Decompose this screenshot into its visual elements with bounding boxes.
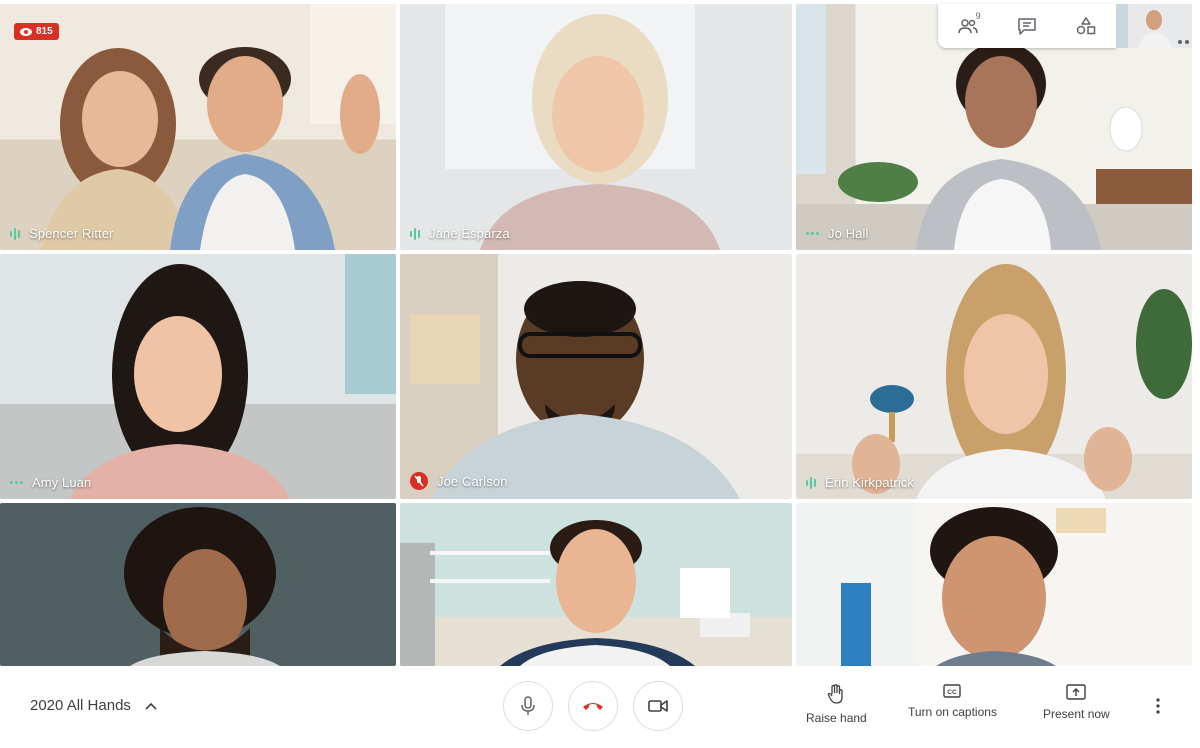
present-now-label: Present now [1043, 707, 1110, 721]
hand-icon [828, 684, 844, 704]
video-grid: 815 Spencer Ritter Jane Esparza Jo Hall … [0, 0, 1200, 666]
participant-video [400, 520, 750, 666]
top-controls-panel: 9 [938, 4, 1116, 48]
participant-name: Erin Kirkpatrick [825, 475, 915, 490]
participant-video [445, 4, 720, 250]
video-camera-icon [648, 700, 668, 712]
participant-video [124, 507, 280, 666]
self-view-thumbnail[interactable] [1116, 4, 1192, 48]
participant-tile[interactable]: Erin Kirkpatrick [796, 254, 1192, 499]
participant-name: Joe Carlson [437, 473, 508, 489]
participant-nameplate: Joe Carlson [410, 472, 507, 490]
chat-icon [1018, 18, 1036, 35]
audio-dots-icon [806, 232, 819, 235]
participant-video [0, 254, 396, 499]
raise-hand-label: Raise hand [806, 711, 867, 725]
leave-call-button[interactable] [568, 681, 618, 731]
participant-tile[interactable]: Jane Esparza [400, 4, 792, 250]
speaking-indicator-icon [806, 476, 816, 490]
self-view-video [1116, 4, 1192, 48]
audio-dots-icon [10, 481, 23, 484]
participant-tile[interactable] [0, 503, 396, 666]
camera-button[interactable] [633, 681, 683, 731]
more-vert-icon [1156, 698, 1160, 714]
participant-tile[interactable]: Joe Carlson [400, 254, 792, 499]
speaking-indicator-icon [410, 227, 420, 241]
live-viewers-count: 815 [36, 26, 53, 37]
captions-button[interactable]: CC Turn on captions [908, 684, 997, 719]
participant-nameplate: Erin Kirkpatrick [806, 475, 914, 490]
bottom-control-bar: 2020 All Hands Raise hand CC Turn on cap… [0, 666, 1200, 748]
participant-nameplate: Amy Luan [10, 475, 91, 490]
closed-captions-icon: CC [943, 684, 962, 698]
meeting-title: 2020 All Hands [30, 697, 131, 714]
participant-tile[interactable]: Amy Luan [0, 254, 396, 499]
chevron-up-icon [145, 702, 157, 710]
participant-tile[interactable]: 815 Spencer Ritter [0, 4, 396, 250]
activities-button[interactable] [1072, 12, 1100, 40]
people-button[interactable]: 9 [954, 11, 982, 40]
speaking-indicator-icon [10, 227, 20, 241]
participant-tile[interactable] [796, 503, 1192, 666]
microphone-button[interactable] [503, 681, 553, 731]
participant-nameplate: Jane Esparza [410, 226, 510, 241]
participant-video [841, 507, 1106, 666]
participant-name: Spencer Ritter [29, 226, 114, 241]
participant-name: Jo Hall [828, 226, 869, 241]
participant-name: Jane Esparza [429, 226, 510, 241]
captions-label: Turn on captions [908, 705, 997, 719]
chat-button[interactable] [1013, 12, 1041, 40]
present-now-button[interactable]: Present now [1043, 684, 1110, 721]
participant-video [410, 281, 740, 499]
meeting-details-toggle[interactable]: 2020 All Hands [30, 697, 157, 714]
activities-icon [1077, 17, 1096, 35]
people-count: 9 [975, 11, 981, 21]
microphone-icon [521, 696, 535, 715]
participant-name: Amy Luan [32, 475, 92, 490]
participant-tile[interactable] [400, 503, 792, 666]
raise-hand-button[interactable]: Raise hand [806, 684, 867, 725]
hang-up-icon [583, 703, 603, 710]
svg-text:CC: CC [948, 689, 958, 696]
participant-nameplate: Spencer Ritter [10, 226, 114, 241]
call-controls [503, 681, 683, 731]
live-viewers-badge: 815 [14, 23, 59, 40]
mic-off-icon [410, 472, 428, 490]
eye-icon [20, 27, 32, 36]
participant-nameplate: Jo Hall [806, 226, 868, 241]
present-screen-icon [1066, 684, 1087, 700]
more-options-button[interactable] [1156, 698, 1160, 719]
participant-video [796, 264, 1192, 499]
participant-video [40, 4, 396, 250]
